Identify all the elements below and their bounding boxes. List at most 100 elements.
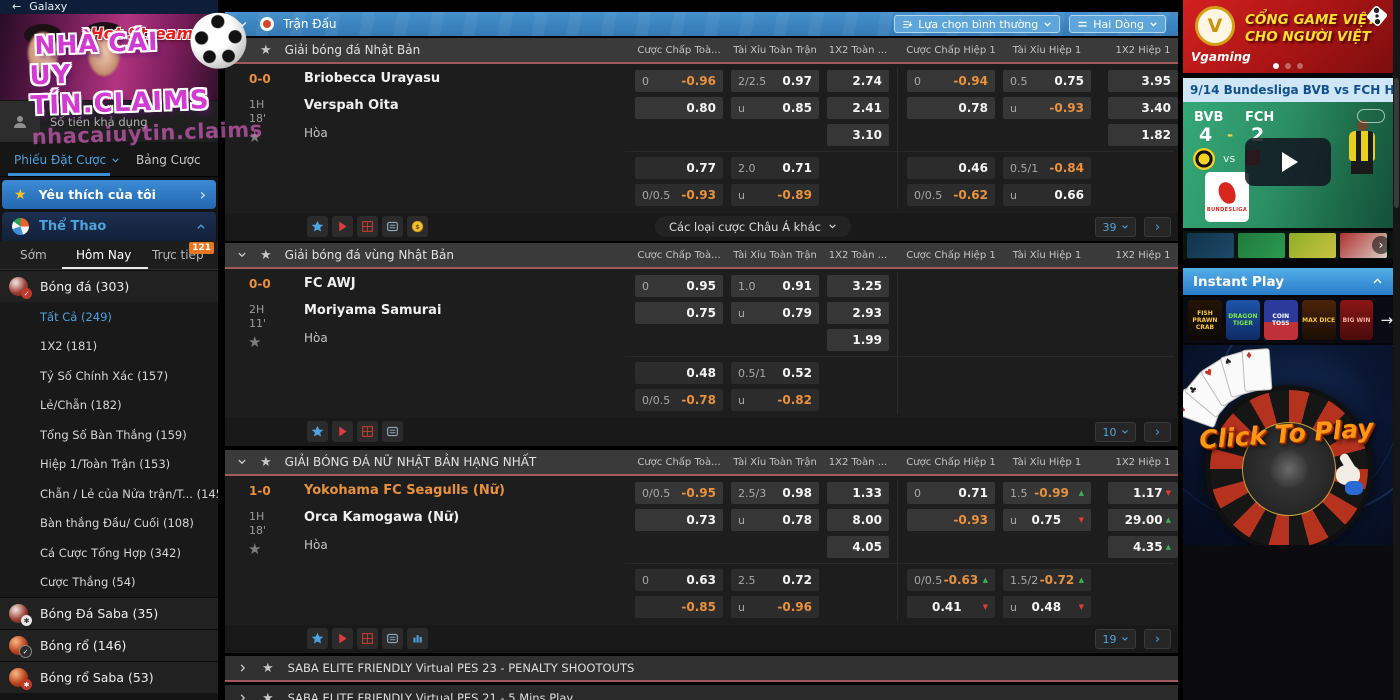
odds-cell[interactable]: u0.85 — [731, 97, 819, 119]
odds-cell[interactable]: 00.71 — [907, 482, 995, 504]
odds-cell[interactable]: 0.50.75 — [1003, 70, 1091, 92]
odds-cell[interactable]: 2.93 — [827, 302, 889, 324]
sidebar-item-tat-ca[interactable]: Tất Cả (249) — [0, 302, 218, 332]
bet-types-button[interactable] — [382, 628, 403, 649]
odds-cell[interactable]: 0/0.5-0.95 — [635, 482, 723, 504]
odds-cell[interactable]: u0.48▼ — [1003, 596, 1091, 618]
odds-cell[interactable]: 1.82 — [1108, 124, 1178, 146]
sidebar-item-hiep-1-toan-tran[interactable]: Hiệp 1/Toàn Trận (153) — [0, 450, 218, 480]
thumbnails-next-button[interactable]: › — [1372, 236, 1390, 254]
odds-cell[interactable]: 3.40 — [1108, 97, 1178, 119]
odds-cell[interactable]: 1.99 — [827, 329, 889, 351]
stats-button[interactable] — [357, 216, 378, 237]
odds-cell[interactable]: u-0.93 — [1003, 97, 1091, 119]
favorite-button[interactable] — [307, 628, 328, 649]
odds-cell[interactable]: 1.00.91 — [731, 275, 819, 297]
bet-types-button[interactable] — [382, 216, 403, 237]
carousel-dot[interactable] — [1297, 63, 1303, 69]
video-thumbnail[interactable] — [1187, 233, 1234, 258]
more-markets-count-dropdown[interactable]: 39 — [1095, 217, 1136, 237]
odds-cell[interactable]: 0.77 — [635, 157, 723, 179]
cashout-button[interactable]: $ — [407, 216, 428, 237]
tab-early[interactable]: Sớm — [20, 241, 47, 269]
vgaming-promo-banner[interactable]: V Vgaming CỔNG GAME VIỆT CHO NGƯỜI VIỆT — [1183, 0, 1393, 73]
odds-cell[interactable]: u-0.96 — [731, 596, 819, 618]
video-thumbnail[interactable] — [1238, 233, 1285, 258]
game-tile-fish-prawn-crab[interactable]: FISH PRAWN CRAB — [1188, 300, 1222, 340]
chevron-down-icon[interactable] — [237, 250, 247, 260]
sidebar-item-ca-cuoc-tong-hop[interactable]: Cá Cược Tổng Hợp (342) — [0, 538, 218, 568]
sidebar-item-cuoc-thang[interactable]: Cược Thắng (54) — [0, 568, 218, 598]
odds-cell[interactable]: 0.46 — [907, 157, 995, 179]
odds-cell[interactable]: 0.48 — [635, 362, 723, 384]
game-tile-coin-toss[interactable]: COIN TOSS — [1264, 300, 1298, 340]
expand-markets-button[interactable]: › — [1144, 422, 1171, 442]
sidebar-item-bong-a[interactable]: Bóng đá (303) — [0, 270, 218, 302]
favorite-button[interactable] — [307, 216, 328, 237]
click-to-play-banner[interactable]: ♦ ♣ ♥ ♠ ♦ Click To Play — [1183, 345, 1393, 545]
odds-cell[interactable]: u0.75▼ — [1003, 509, 1091, 531]
favorite-button[interactable] — [307, 421, 328, 442]
odds-cell[interactable]: 4.05 — [827, 536, 889, 558]
odds-cell[interactable]: 0/0.5-0.93 — [635, 184, 723, 206]
league-header[interactable]: ★ Giải bóng đá vùng Nhật Bản Cược Chấp T… — [225, 243, 1178, 269]
odds-cell[interactable]: 00.95 — [635, 275, 723, 297]
sports-section-header[interactable]: Thể Thao — [2, 212, 216, 241]
sidebar-item-1x2[interactable]: 1X2 (181) — [0, 332, 218, 362]
odds-cell[interactable]: -0.93 — [907, 509, 995, 531]
odds-cell[interactable]: 29.00▲ — [1108, 509, 1178, 531]
odds-cell[interactable]: 2.41 — [827, 97, 889, 119]
carousel-dot[interactable] — [1285, 63, 1291, 69]
carousel-dot[interactable] — [1273, 63, 1279, 69]
back-arrow-icon[interactable]: ← — [12, 0, 21, 13]
balance-row[interactable]: Số tiền khả dụng — [0, 101, 218, 142]
odds-cell[interactable]: 0.75 — [635, 302, 723, 324]
odds-cell[interactable]: u0.79 — [731, 302, 819, 324]
game-tile-max-dice[interactable]: MAX DICE — [1302, 300, 1336, 340]
star-icon[interactable]: ★ — [262, 661, 274, 676]
odds-cell[interactable]: 0.73 — [635, 509, 723, 531]
collapsed-league[interactable]: ★ SABA ELITE FRIENDLY Virtual PES 23 - P… — [225, 656, 1178, 682]
chart-button[interactable] — [407, 628, 428, 649]
odds-cell[interactable]: 0/0.5-0.78 — [635, 389, 723, 411]
odds-cell[interactable]: 0.5/10.52 — [731, 362, 819, 384]
video-play-button[interactable] — [1245, 138, 1331, 186]
live-button[interactable] — [332, 421, 353, 442]
stats-button[interactable] — [357, 628, 378, 649]
odds-cell[interactable]: 1.33 — [827, 482, 889, 504]
odds-cell[interactable]: 3.25 — [827, 275, 889, 297]
odds-cell[interactable]: 0-0.94 — [907, 70, 995, 92]
sidebar-item-bong-a-saba[interactable]: Bóng Đá Saba (35) — [0, 597, 218, 629]
video-player[interactable]: BVB FCH 4 - 2 vs BUNDESLIGA — [1183, 102, 1393, 228]
odds-cell[interactable]: 0.5/1-0.84 — [1003, 157, 1091, 179]
favorite-star-icon[interactable]: ★ — [248, 540, 261, 558]
odds-cell[interactable]: 0/0.5-0.63▲ — [907, 569, 995, 591]
chevron-down-icon[interactable] — [237, 457, 247, 467]
favorite-star-icon[interactable]: ★ — [248, 333, 261, 351]
star-icon[interactable]: ★ — [260, 248, 272, 263]
odds-cell[interactable]: 1.5/2-0.72▲ — [1003, 569, 1091, 591]
bet-types-button[interactable] — [382, 421, 403, 442]
stats-button[interactable] — [357, 421, 378, 442]
sidebar-item-ban-thang-au-cuoi[interactable]: Bàn thắng Đầu/ Cuối (108) — [0, 509, 218, 539]
odds-cell[interactable]: 2.5/30.98 — [731, 482, 819, 504]
odds-cell[interactable]: 0-0.96 — [635, 70, 723, 92]
sidebar-item-tong-so-ban-thang[interactable]: Tổng Số Bàn Thắng (159) — [0, 420, 218, 450]
odds-cell[interactable]: 4.35▲ — [1108, 536, 1178, 558]
tab-bet-board[interactable]: Bảng Cược — [136, 143, 201, 177]
expand-markets-button[interactable]: › — [1144, 217, 1171, 237]
odds-cell[interactable]: 0/0.5-0.62 — [907, 184, 995, 206]
odds-cell[interactable]: u0.78 — [731, 509, 819, 531]
video-title[interactable]: 9/14 Bundesliga BVB vs FCH Hig... — [1183, 78, 1393, 102]
sidebar-item-le-chan[interactable]: Lẻ/Chẵn (182) — [0, 391, 218, 421]
sidebar-item-bong-ro[interactable]: Bóng rổ (146) — [0, 629, 218, 661]
odds-cell[interactable]: 1.17▼ — [1108, 482, 1178, 504]
more-markets-count-dropdown[interactable]: 10 — [1095, 422, 1136, 442]
games-next-arrow[interactable]: → — [1380, 311, 1393, 329]
star-icon[interactable]: ★ — [262, 691, 274, 700]
instant-play-header[interactable]: Instant Play — [1183, 268, 1393, 295]
game-tile-dragon-tiger[interactable]: DRAGON TIGER — [1226, 300, 1260, 340]
tab-today[interactable]: Hôm Nay — [76, 241, 131, 269]
odds-cell[interactable]: 0.41▼ — [907, 596, 995, 618]
tab-bet-slip[interactable]: Phiếu Đặt Cược — [14, 143, 120, 177]
